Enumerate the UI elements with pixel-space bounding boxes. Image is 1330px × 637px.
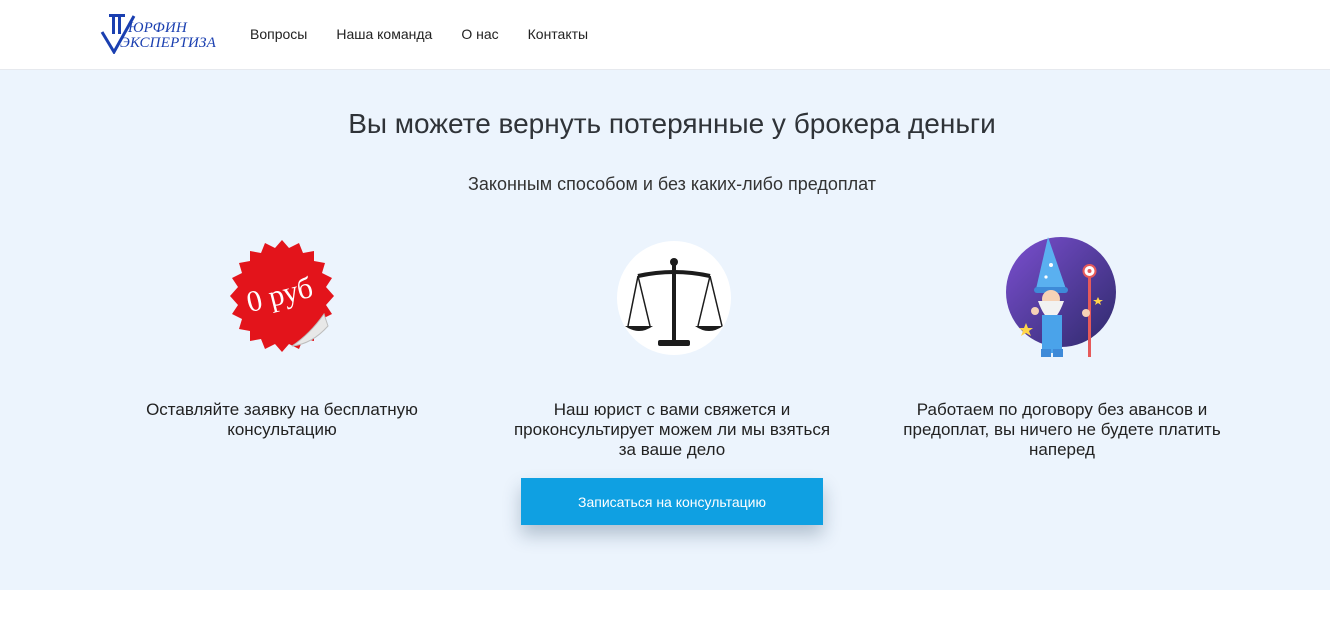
feature-text: Наш юрист с вами свяжется и проконсульти… xyxy=(513,400,831,459)
scales-of-justice-icon xyxy=(616,240,732,361)
zero-rub-sticker-icon: 0 руб xyxy=(222,238,344,363)
hero-subtitle: Законным способом и без каких-либо предо… xyxy=(468,174,876,194)
main-menu: Вопросы Наша команда О нас Контакты xyxy=(250,25,617,43)
logo-text-line1: ЮРФИН xyxy=(128,20,187,36)
logo-text-line2: ЭКСПЕРТИЗА xyxy=(120,35,217,51)
nav-link-contacts[interactable]: Контакты xyxy=(528,25,588,43)
nav-link-team[interactable]: Наша команда xyxy=(336,25,432,43)
wizard-icon xyxy=(1006,237,1118,364)
feature-text: Оставляйте заявку на бесплатную консульт… xyxy=(146,400,418,439)
book-consultation-button[interactable]: Записаться на консультацию xyxy=(521,478,823,525)
hero-title: Вы можете вернуть потерянные у брокера д… xyxy=(348,108,996,139)
hero-section: Вы можете вернуть потерянные у брокера д… xyxy=(0,70,1330,590)
feature-text: Работаем по договору без авансов и предо… xyxy=(903,400,1221,459)
brand-logo[interactable]: ЮРФИН ЭКСПЕРТИЗА xyxy=(100,12,220,54)
nav-link-questions[interactable]: Вопросы xyxy=(250,25,307,43)
header-navbar: ЮРФИН ЭКСПЕРТИЗА Вопросы Наша команда О … xyxy=(0,0,1330,70)
nav-link-about[interactable]: О нас xyxy=(461,25,498,43)
